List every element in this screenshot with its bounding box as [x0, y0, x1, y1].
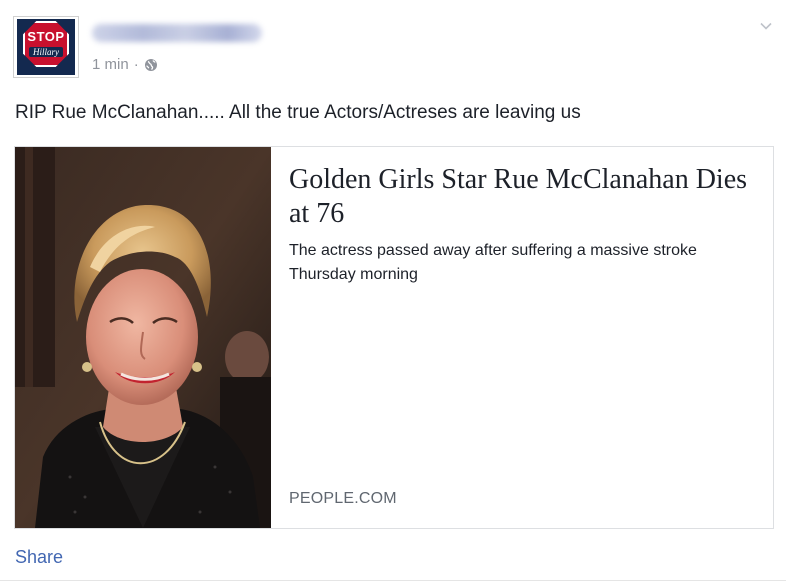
- author-avatar[interactable]: STOP Hillary: [13, 16, 79, 78]
- link-preview-body[interactable]: Golden Girls Star Rue McClanahan Dies at…: [271, 147, 773, 528]
- author-name-blurred[interactable]: [92, 24, 262, 42]
- post-status-text: RIP Rue McClanahan..... All the true Act…: [15, 102, 581, 123]
- post-timestamp[interactable]: 1 min: [92, 56, 129, 73]
- stop-sign-subtext: Hillary: [29, 47, 63, 57]
- avatar-background: STOP Hillary: [17, 19, 75, 75]
- link-preview-title[interactable]: Golden Girls Star Rue McClanahan Dies at…: [289, 163, 759, 231]
- link-preview-description: The actress passed away after suffering …: [289, 242, 697, 283]
- link-preview-domain: PEOPLE.COM: [289, 490, 397, 507]
- share-button[interactable]: Share: [15, 547, 63, 568]
- chevron-down-icon[interactable]: [758, 18, 774, 34]
- stop-sign-text: STOP: [27, 29, 65, 44]
- link-preview-image[interactable]: [15, 147, 271, 528]
- link-preview-card[interactable]: Golden Girls Star Rue McClanahan Dies at…: [14, 146, 774, 529]
- timestamp-separator: ·: [133, 56, 139, 73]
- post-timestamp-row: 1 min ·: [92, 56, 158, 73]
- post-divider: [0, 580, 786, 581]
- feed-post: STOP Hillary 1 min · RIP Rue McClanahan.…: [0, 0, 786, 586]
- stop-sign-logo: STOP Hillary: [23, 21, 69, 67]
- globe-icon[interactable]: [144, 58, 158, 72]
